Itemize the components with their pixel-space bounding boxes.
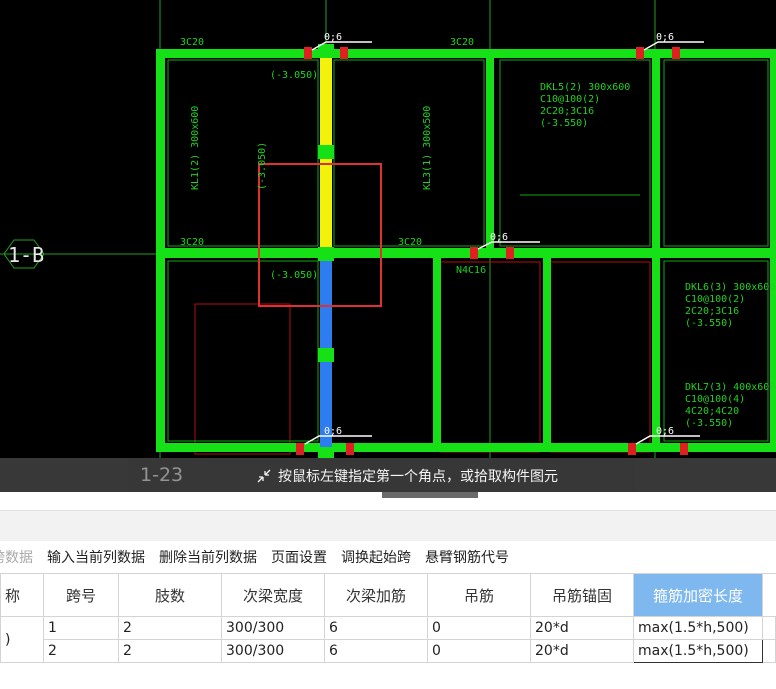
cell-legs[interactable]: 2 xyxy=(118,616,222,640)
column-header-name[interactable]: 称 xyxy=(0,573,44,617)
beam-label: (-3.550) xyxy=(685,418,733,429)
cell-rebar[interactable]: 6 xyxy=(324,616,428,640)
table-panel-header xyxy=(0,510,776,542)
cell-hanger[interactable]: 0 xyxy=(427,639,531,663)
cantilever-rebar-code-button[interactable]: 悬臂钢筋代号 xyxy=(418,547,516,567)
table-row[interactable]: 2 2 300/300 6 0 20*d max(1.5*h,500) xyxy=(1,639,776,663)
cell-anchor[interactable]: 20*d xyxy=(530,616,634,640)
beam-label: DKL5(2) 300x600 xyxy=(540,82,630,93)
beam-label: (-3.550) xyxy=(540,118,588,129)
rebar-label: N4C16 xyxy=(456,265,486,276)
cell-width[interactable]: 300/300 xyxy=(221,639,325,663)
stirrup-mark: 0;6 xyxy=(656,32,674,43)
rebar-label: 3C20 xyxy=(180,37,204,48)
column-header-width[interactable]: 次梁宽度 xyxy=(221,573,325,617)
cell-extra xyxy=(762,639,776,663)
rebar-label: 3C20 xyxy=(450,37,474,48)
cell-anchor[interactable]: 20*d xyxy=(530,639,634,663)
column-header-span[interactable]: 跨号 xyxy=(43,573,119,617)
cell-span[interactable]: 2 xyxy=(43,639,119,663)
beam-label: DKL7(3) 400x600 xyxy=(685,382,775,393)
beam-label: KL1(2) 300x600 xyxy=(190,106,201,190)
beam-label: (-3.550) xyxy=(685,318,733,329)
cell-legs[interactable]: 2 xyxy=(118,639,222,663)
cell-name[interactable]: ) xyxy=(0,616,44,663)
cell-span[interactable]: 1 xyxy=(43,616,119,640)
table-header-row: 称 跨号 肢数 次梁宽度 次梁加筋 吊筋 吊筋锚固 箍筋加密长度 xyxy=(0,573,776,617)
elevation-label: (-3.050) xyxy=(270,270,318,281)
page-setup-button[interactable]: 页面设置 xyxy=(264,547,334,567)
rebar-label: 3C20 xyxy=(180,237,204,248)
rebar-label: 3C20 xyxy=(398,237,422,248)
beam-label: C10@100(2) xyxy=(685,294,745,305)
beam-label: 4C20;4C20 xyxy=(685,406,739,417)
beam-label: 2C20;3C16 xyxy=(540,106,594,117)
beam-label: C10@100(2) xyxy=(540,94,600,105)
input-column-data-button[interactable]: 输入当前列数据 xyxy=(40,547,152,567)
beam-label: (-3.050) xyxy=(257,142,268,190)
stirrup-mark: 0;6 xyxy=(324,426,342,437)
command-hint: 按鼠标左键指定第一个角点，或拾取构件图元 xyxy=(256,466,558,486)
grid-axis-label: 1-23 xyxy=(140,464,184,486)
stirrup-mark: 0;6 xyxy=(324,32,342,43)
beam-label: 2C20;3C16 xyxy=(685,306,739,317)
copy-span-data-button[interactable]: 跨数据 xyxy=(0,547,40,567)
column-header-anchor[interactable]: 吊筋锚固 xyxy=(530,573,634,617)
panel-gap xyxy=(0,498,776,510)
table-toolbar: 跨数据 输入当前列数据 删除当前列数据 页面设置 调换起始跨 悬臂钢筋代号 xyxy=(0,541,776,573)
command-hint-text: 按鼠标左键指定第一个角点，或拾取构件图元 xyxy=(278,469,558,485)
cell-length[interactable]: max(1.5*h,500) xyxy=(633,616,763,640)
cell-rebar[interactable]: 6 xyxy=(324,639,428,663)
cell-hanger[interactable]: 0 xyxy=(427,616,531,640)
beam-label: C10@100(4) xyxy=(685,394,745,405)
column-header-hanger[interactable]: 吊筋 xyxy=(427,573,531,617)
column-header-extra xyxy=(762,573,776,617)
grid-axis-label: 1-B xyxy=(8,243,44,267)
stirrup-mark: 0;6 xyxy=(490,232,508,243)
floor-plan-drawing[interactable]: 1-B 3C20 3C20 3C20 3C20 0;6 0;6 0;6 0;6 … xyxy=(0,0,776,492)
stirrup-mark: 0;6 xyxy=(656,426,674,437)
column-header-legs[interactable]: 肢数 xyxy=(118,573,222,617)
cad-canvas[interactable]: 1-B 3C20 3C20 3C20 3C20 0;6 0;6 0;6 0;6 … xyxy=(0,0,776,492)
beam-label: DKL6(3) 300x600 xyxy=(685,282,775,293)
elevation-label: (-3.050) xyxy=(270,70,318,81)
swap-start-span-button[interactable]: 调换起始跨 xyxy=(334,547,418,567)
cell-length-editing[interactable]: max(1.5*h,500) xyxy=(633,639,763,663)
cell-extra xyxy=(762,616,776,640)
cell-width[interactable]: 300/300 xyxy=(221,616,325,640)
beam-parameter-table: 称 跨号 肢数 次梁宽度 次梁加筋 吊筋 吊筋锚固 箍筋加密长度 ) 1 2 3… xyxy=(0,573,776,663)
column-header-rebar[interactable]: 次梁加筋 xyxy=(324,573,428,617)
delete-column-data-button[interactable]: 删除当前列数据 xyxy=(152,547,264,567)
crosshair-icon xyxy=(256,468,272,484)
column-header-length[interactable]: 箍筋加密长度 xyxy=(633,573,763,617)
command-status-bar: 1-23 按鼠标左键指定第一个角点，或拾取构件图元 xyxy=(0,458,776,492)
beam-label: KL3(1) 300x500 xyxy=(422,106,433,190)
table-row[interactable]: ) 1 2 300/300 6 0 20*d max(1.5*h,500) xyxy=(0,616,776,663)
